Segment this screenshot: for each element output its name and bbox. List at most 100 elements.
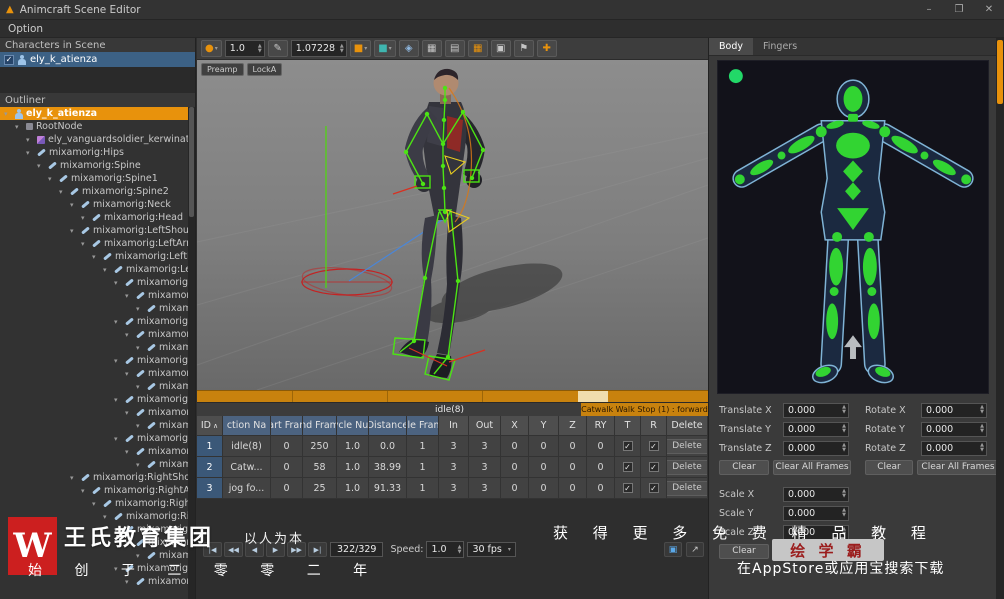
spin-down-icon[interactable]: ▼ (842, 410, 846, 415)
cube-teal-button[interactable]: ■ ▾ (374, 40, 396, 57)
export-icon[interactable]: ↗ (686, 542, 704, 557)
menu-option[interactable]: Option (8, 23, 43, 35)
spin-down-icon[interactable]: ▼ (980, 429, 984, 434)
expander-icon[interactable]: ▾ (125, 370, 133, 378)
fps-select[interactable]: 30 fps ▾ (467, 542, 516, 557)
column-header[interactable]: R (641, 416, 667, 436)
expander-icon[interactable]: ▾ (4, 110, 12, 118)
tree-item[interactable]: ▾ mixamorig:RightHand (0, 510, 195, 523)
expander-icon[interactable]: ▾ (136, 552, 144, 560)
expander-icon[interactable]: ▾ (103, 266, 111, 274)
tree-item[interactable]: ▾ mixamorig:LeftForeArm (0, 250, 195, 263)
clear-all-scale-button[interactable]: Clear All Frames (773, 543, 851, 559)
expander-icon[interactable]: ▾ (125, 292, 133, 300)
screen-capture-icon[interactable]: ▣ (664, 542, 682, 557)
expander-icon[interactable]: ▾ (70, 474, 78, 482)
expander-icon[interactable]: ▾ (114, 357, 122, 365)
timeline-bar[interactable] (197, 390, 708, 402)
expander-icon[interactable]: ▾ (26, 136, 34, 144)
camera-toggle-button[interactable]: ▣ (490, 40, 511, 57)
flag-toggle-button[interactable]: ⚑ (513, 40, 534, 57)
skip-to-start-button[interactable]: |◀ (203, 542, 222, 557)
expander-icon[interactable]: ▾ (92, 500, 100, 508)
character-list-item[interactable]: ✓ ely_k_atienza (0, 52, 195, 67)
lock-button[interactable]: LockA (246, 63, 283, 76)
column-header[interactable]: cle Fram (407, 416, 439, 436)
t-checkbox[interactable]: ✓ (622, 483, 633, 493)
r-checkbox[interactable]: ✓ (648, 462, 659, 472)
brush-button[interactable]: ✎ (267, 40, 288, 57)
scale-spinner[interactable]: 1.0 ▲ ▼ (224, 40, 265, 57)
close-button[interactable]: ✕ (974, 0, 1004, 19)
column-header[interactable]: nd Fram (303, 416, 337, 436)
clear-all-translate-button[interactable]: Clear All Frames (773, 459, 851, 475)
spin-down-icon[interactable]: ▼ (980, 448, 984, 453)
offset-spinner[interactable]: 1.07228 ▲ ▼ (290, 40, 347, 57)
expander-icon[interactable]: ▾ (114, 318, 122, 326)
clear-rotate-button[interactable]: Clear (865, 459, 913, 475)
tree-item[interactable]: ▾ RootNode (0, 120, 195, 133)
delete-button[interactable]: Delete (667, 438, 707, 454)
clear-all-rotate-button[interactable]: Clear All Frames (917, 459, 999, 475)
expander-icon[interactable]: ▾ (136, 461, 144, 469)
viewport-3d[interactable]: Preamp LockA (197, 60, 708, 390)
column-header[interactable]: X (501, 416, 529, 436)
fast-forward-button[interactable]: ▶▶ (287, 542, 306, 557)
scale-input[interactable]: 0.000 ▲ ▼ (783, 505, 849, 521)
t-checkbox[interactable]: ✓ (622, 462, 633, 472)
tree-item[interactable]: ▾ mixamorig:Hips (0, 146, 195, 159)
expander-icon[interactable]: ▾ (81, 240, 89, 248)
table-row[interactable]: 1 idle(8) 0 250 1.0 0.0 1 3 3 0 0 0 0 ✓ ✓ Delete (197, 436, 708, 457)
column-header[interactable]: Distance (369, 416, 407, 436)
delete-button[interactable]: Delete (667, 459, 707, 475)
tab-body[interactable]: Body (709, 38, 753, 55)
tree-item[interactable]: ▾mixamorig:RightHandThumb2 (0, 536, 195, 549)
column-header[interactable]: T (615, 416, 641, 436)
character-ball-button[interactable]: ● ▾ (201, 40, 222, 57)
expander-icon[interactable]: ▾ (114, 565, 122, 573)
expander-icon[interactable]: ▾ (125, 578, 133, 586)
expander-icon[interactable]: ▾ (114, 279, 122, 287)
scale-input[interactable]: 0.000 ▲ ▼ (783, 524, 849, 540)
tree-item[interactable]: ▾ mixamorig:RightHandThumb1 (0, 523, 195, 536)
tree-item[interactable]: ▾mixamorig:LeftHandMiddle2 (0, 367, 195, 380)
expander-icon[interactable]: ▾ (125, 448, 133, 456)
expander-icon[interactable]: ▾ (114, 396, 122, 404)
right-scrollbar[interactable] (996, 38, 1004, 599)
column-header[interactable]: ction Na (223, 416, 271, 436)
expander-icon[interactable]: ▾ (114, 435, 122, 443)
character-visibility-checkbox[interactable]: ✓ (4, 54, 14, 65)
tree-item[interactable]: ▾ mixamorig:RightShoulder (0, 471, 195, 484)
translate-input[interactable]: 0.000 ▲ ▼ (783, 402, 849, 418)
rotate-input[interactable]: 0.000 ▲ ▼ (921, 402, 987, 418)
spin-down-icon[interactable]: ▼ (340, 48, 344, 54)
tree-item[interactable]: ▾mixamorig:LeftHandThumb2 (0, 289, 195, 302)
tree-item[interactable]: ▾mixamorig:LeftHandMiddle3 (0, 380, 195, 393)
cube-orange-button[interactable]: ■ ▾ (349, 40, 372, 57)
expander-icon[interactable]: ▾ (136, 344, 144, 352)
clear-translate-button[interactable]: Clear (719, 459, 769, 475)
tree-item[interactable]: ▾ mixamorig:Neck (0, 198, 195, 211)
r-checkbox[interactable]: ✓ (648, 441, 659, 451)
outliner-scrollbar-thumb[interactable] (189, 107, 194, 217)
expander-icon[interactable]: ▾ (125, 331, 133, 339)
tree-item[interactable]: ▾mixamorig:LeftHandIndex2 (0, 328, 195, 341)
rotate-input[interactable]: 0.000 ▲ ▼ (921, 440, 987, 456)
spin-down-icon[interactable]: ▼ (458, 549, 462, 555)
expander-icon[interactable]: ▾ (136, 383, 144, 391)
tab-fingers[interactable]: Fingers (753, 38, 807, 55)
tree-item[interactable]: ▾ mixamorig:LeftHandPinky1 (0, 432, 195, 445)
tree-item[interactable]: ▾ mixamorig:Spine1 (0, 172, 195, 185)
maximize-button[interactable]: ❐ (944, 0, 974, 19)
snap-toggle-button[interactable]: ▦ (467, 40, 488, 57)
spin-down-icon[interactable]: ▼ (842, 532, 846, 537)
expander-icon[interactable]: ▾ (103, 513, 111, 521)
tree-item[interactable]: ▾ mixamorig:LeftHandMiddle1 (0, 354, 195, 367)
outliner-scrollbar[interactable] (188, 107, 195, 599)
scale-input[interactable]: 0.000 ▲ ▼ (783, 486, 849, 502)
expander-icon[interactable]: ▾ (92, 253, 100, 261)
tree-item[interactable]: ▾mixamorig:LeftHandRing2 (0, 406, 195, 419)
column-header[interactable]: ycle Nur (337, 416, 369, 436)
gizmo-toggle-button[interactable]: ✚ (536, 40, 557, 57)
column-header[interactable]: Out (469, 416, 501, 436)
